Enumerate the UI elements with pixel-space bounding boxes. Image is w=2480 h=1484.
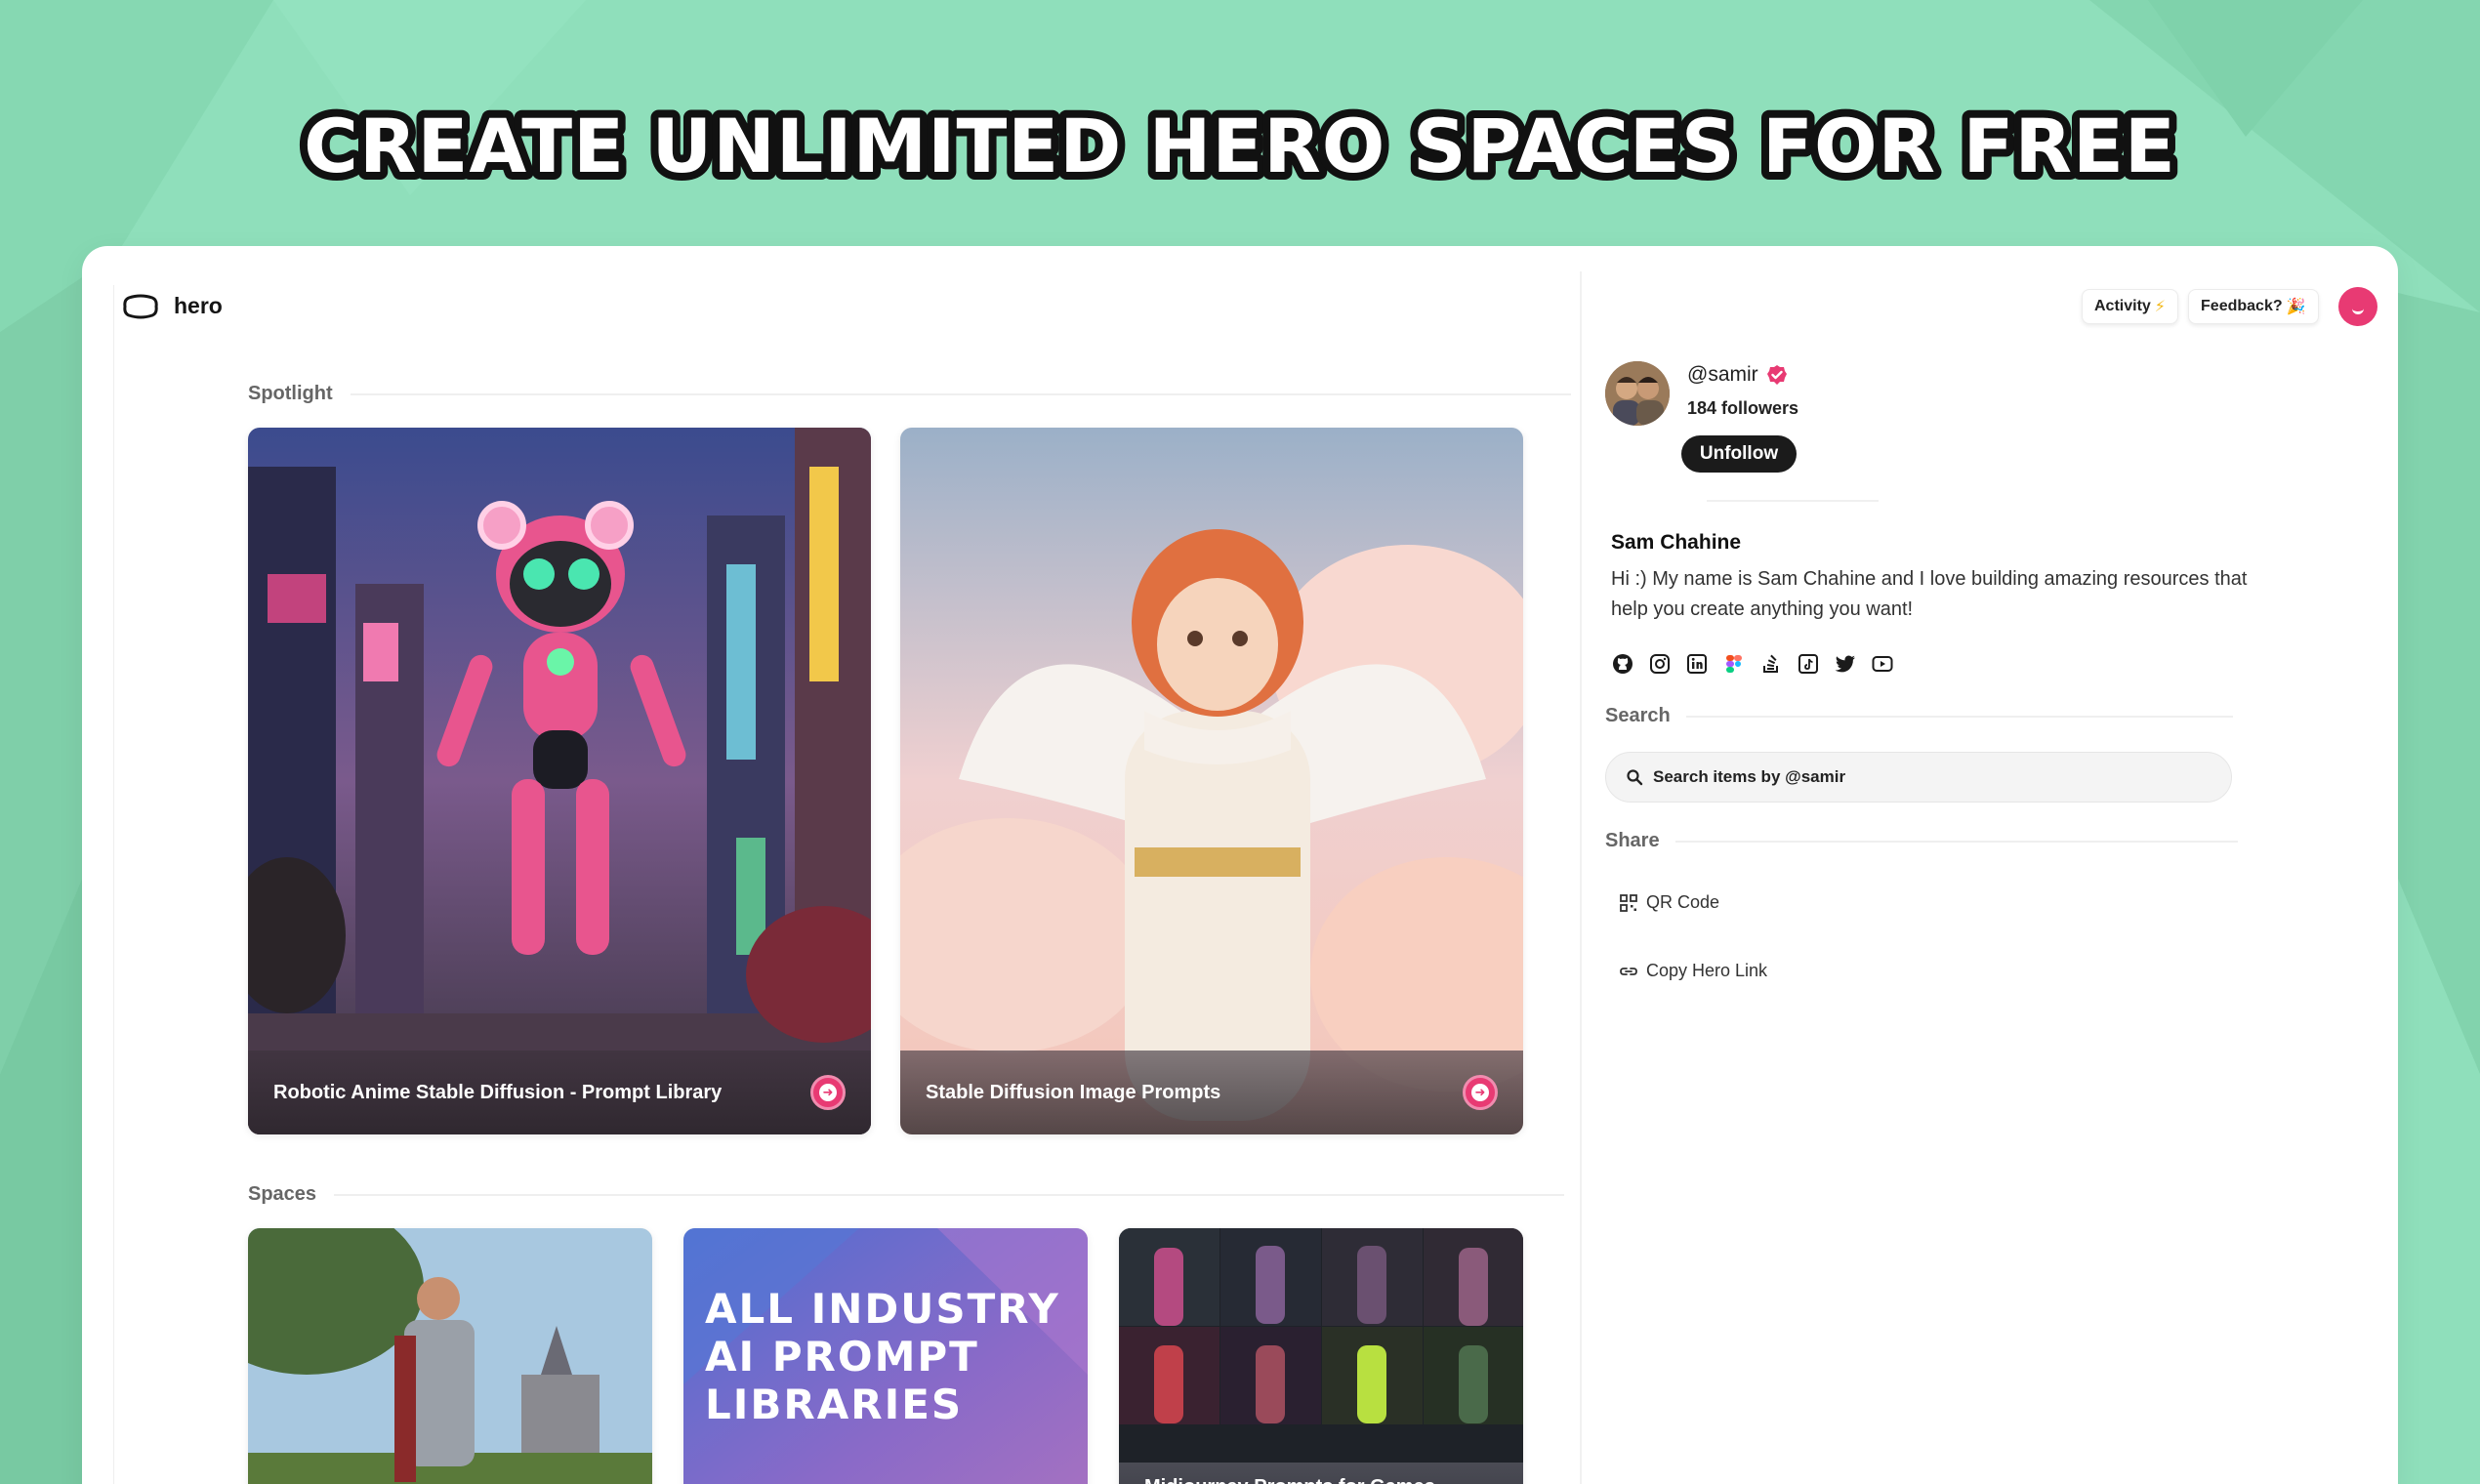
share-label: Share <box>1605 830 1660 851</box>
lightning-icon: ⚡ <box>2154 299 2167 315</box>
spaces-label: Spaces <box>248 1183 317 1205</box>
card-title: Stable Diffusion Image Prompts <box>926 1081 1221 1103</box>
figma-icon[interactable] <box>1722 652 1746 676</box>
section-rule <box>1674 840 2238 843</box>
space-card-footer: Midjourney Prompts for Games - <box>1119 1463 1523 1484</box>
search-input[interactable] <box>1653 767 2200 787</box>
robot-anime-image <box>248 428 871 1134</box>
card-footer: Stable Diffusion Image Prompts ➜ <box>900 1051 1523 1134</box>
space-card-2[interactable]: ALL INDUSTRY AI PROMPT LIBRARIES <box>683 1228 1088 1484</box>
social-links <box>1611 652 1894 676</box>
profile-full-name: Sam Chahine <box>1611 531 1742 554</box>
copy-link-button[interactable]: Copy Hero Link <box>1619 961 1767 981</box>
profile-photo <box>1605 361 1670 426</box>
hero-logo-icon <box>123 294 158 318</box>
knight-image <box>248 1228 652 1484</box>
tiktok-icon[interactable] <box>1797 652 1820 676</box>
section-rule <box>334 1193 1565 1196</box>
smile-icon <box>2351 309 2364 314</box>
twitter-icon[interactable] <box>1834 652 1857 676</box>
qr-code-icon <box>1620 893 1637 912</box>
game-characters-grid-image <box>1119 1228 1523 1484</box>
feedback-button[interactable]: Feedback? 🎉 <box>2188 289 2319 324</box>
profile-avatar <box>1605 361 1670 426</box>
qr-code-label: QR Code <box>1646 892 1720 912</box>
angel-anime-image <box>900 428 1523 1134</box>
brand[interactable]: hero <box>123 293 223 319</box>
spaces-section-label: Spaces <box>248 1183 1565 1206</box>
header-actions: Activity ⚡ Feedback? 🎉 <box>2082 287 2377 326</box>
promo-headline: CREATE UNLIMITED HERO SPACES FOR FREE CR… <box>0 95 2480 197</box>
search-icon <box>1627 769 1643 786</box>
followers-count: 184 followers <box>1687 398 1799 418</box>
feedback-label: Feedback? <box>2201 298 2283 314</box>
arrow-right-icon: ➜ <box>819 1084 837 1101</box>
card-title: Robotic Anime Stable Diffusion - Prompt … <box>273 1081 723 1103</box>
card-footer: Robotic Anime Stable Diffusion - Prompt … <box>248 1051 871 1134</box>
section-rule <box>1685 715 2233 718</box>
stackoverflow-icon[interactable] <box>1759 652 1783 676</box>
linkedin-icon[interactable] <box>1685 652 1709 676</box>
spotlight-card-1[interactable]: Robotic Anime Stable Diffusion - Prompt … <box>248 428 871 1134</box>
instagram-icon[interactable] <box>1648 652 1672 676</box>
brand-name: hero <box>174 293 223 318</box>
left-rule <box>113 285 114 1484</box>
party-icon: 🎉 <box>2286 299 2306 315</box>
space-card-title: Midjourney Prompts for Games - <box>1144 1476 1447 1484</box>
panel-divider <box>1580 271 1582 1484</box>
qr-code-button[interactable]: QR Code <box>1619 892 1719 913</box>
open-arrow-button[interactable]: ➜ <box>810 1075 846 1110</box>
activity-label: Activity <box>2094 298 2151 314</box>
spotlight-section-label: Spotlight <box>248 383 1571 405</box>
profile-divider <box>1707 500 1879 502</box>
verified-badge-icon <box>1766 365 1787 385</box>
activity-button[interactable]: Activity ⚡ <box>2082 289 2179 324</box>
search-section-label: Search <box>1605 705 2233 727</box>
profile-bio: Hi :) My name is Sam Chahine and I love … <box>1611 568 2248 620</box>
user-avatar-button[interactable] <box>2337 287 2377 326</box>
link-icon <box>1620 967 1637 975</box>
section-rule <box>350 392 1571 395</box>
open-arrow-button[interactable]: ➜ <box>1463 1075 1498 1110</box>
profile-handle: @samir <box>1687 363 1788 387</box>
app-window: hero Spotlight Robotic Anime Stable Diff… <box>82 246 2398 1484</box>
youtube-icon[interactable] <box>1871 652 1894 676</box>
share-section-label: Share <box>1605 830 2238 852</box>
space-card-headline: ALL INDUSTRY AI PROMPT LIBRARIES <box>705 1285 1060 1428</box>
search-field[interactable] <box>1605 752 2232 803</box>
spotlight-label: Spotlight <box>248 383 333 404</box>
arrow-right-icon: ➜ <box>1471 1084 1489 1101</box>
copy-link-label: Copy Hero Link <box>1646 961 1768 980</box>
space-card-1[interactable] <box>248 1228 652 1484</box>
github-icon[interactable] <box>1611 652 1634 676</box>
search-label: Search <box>1605 705 1671 726</box>
space-card-3[interactable]: Midjourney Prompts for Games - <box>1119 1228 1523 1484</box>
headline-text: CREATE UNLIMITED HERO SPACES FOR FREE <box>304 103 2176 189</box>
unfollow-button[interactable]: Unfollow <box>1681 435 1797 473</box>
handle-text: @samir <box>1687 363 1758 386</box>
spotlight-card-2[interactable]: Stable Diffusion Image Prompts ➜ <box>900 428 1523 1134</box>
